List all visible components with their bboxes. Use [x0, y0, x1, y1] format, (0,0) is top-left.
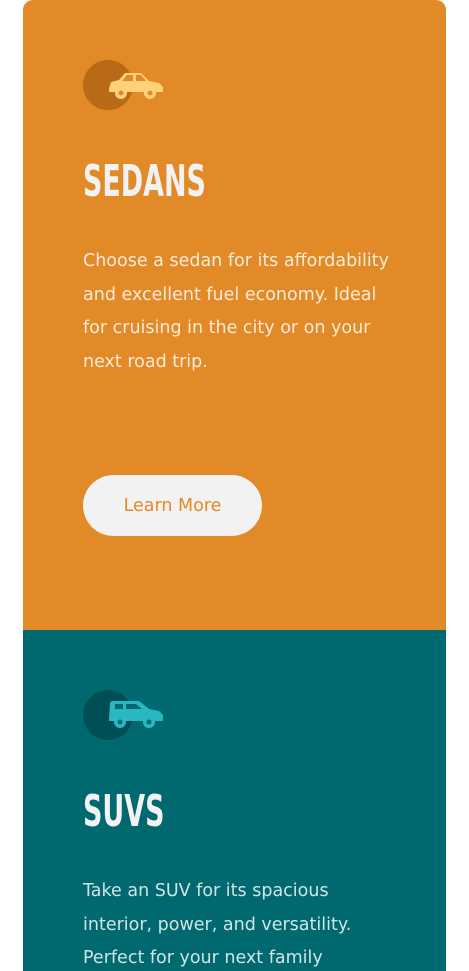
suv-car-icon	[83, 690, 165, 740]
learn-more-button[interactable]: Learn More	[83, 475, 262, 536]
suv-card: SUVS Take an SUV for its spacious interi…	[23, 630, 446, 971]
sedan-card: SEDANS Choose a sedan for its affordabil…	[23, 0, 446, 630]
suv-card-title: SUVS	[83, 786, 165, 837]
sedan-card-title: SEDANS	[83, 156, 206, 207]
car-cards: SEDANS Choose a sedan for its affordabil…	[23, 0, 446, 971]
sedan-card-text: Choose a sedan for its affordability and…	[83, 251, 389, 372]
suv-card-text: Take an SUV for its spacious interior, p…	[83, 881, 352, 968]
sedan-car-icon	[83, 60, 165, 110]
